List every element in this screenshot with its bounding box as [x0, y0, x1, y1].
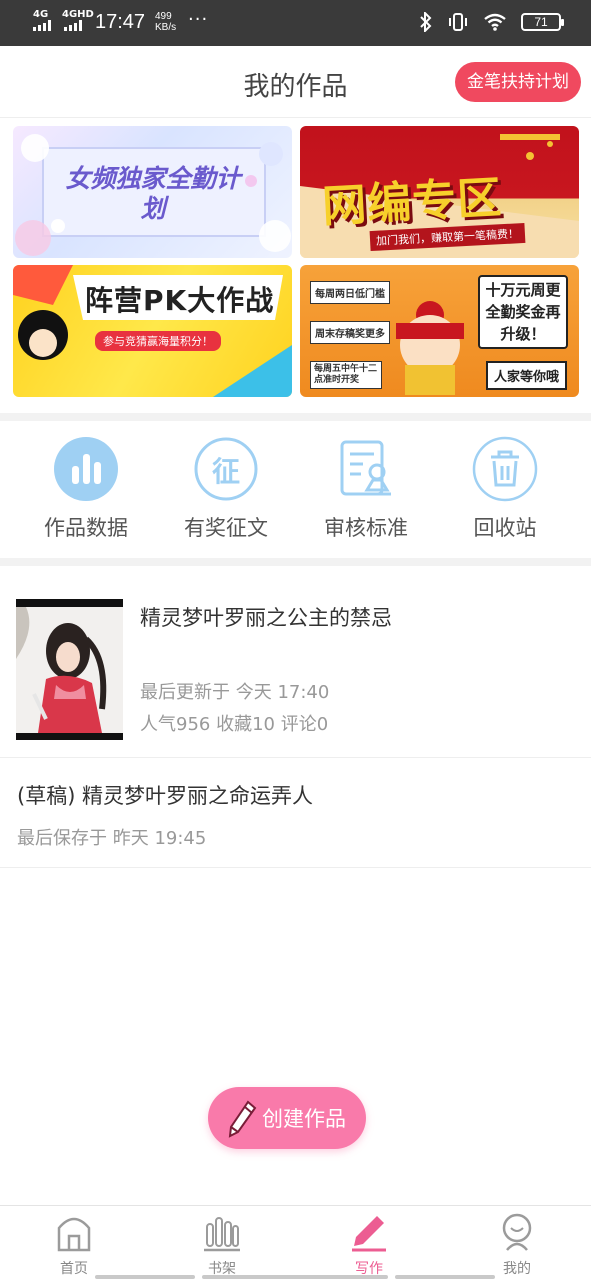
net-speed-unit: KB/s — [155, 22, 177, 33]
banner-camp-pk-subtitle: 参与竞猜赢海量积分！ — [95, 331, 221, 351]
tool-essay-contest[interactable]: 征 有奖征文 — [156, 436, 296, 542]
tab-profile[interactable]: 我的 — [462, 1206, 572, 1278]
pen-icon — [352, 1216, 386, 1252]
create-work-button[interactable]: 创建作品 — [208, 1087, 366, 1149]
work-cover-image — [16, 599, 123, 740]
nav-indicator-segment-2 — [202, 1275, 388, 1279]
net-speed: 499 KB/s — [155, 11, 176, 33]
signal-icon-2 — [64, 20, 82, 31]
nav-indicator-segment-3 — [395, 1275, 495, 1279]
more-notifications-icon: ··· — [188, 9, 209, 30]
draft-last-saved: 最后保存于 昨天 19:45 — [17, 828, 207, 849]
tool-review-standard[interactable]: 审核标准 — [296, 436, 436, 542]
net-speed-value: 499 — [155, 11, 172, 22]
trash-icon — [472, 436, 538, 502]
vibrate-icon — [449, 13, 467, 31]
banner-web-editor-zone[interactable]: 网编专区 加门我们，赚取第一笔稿费！ — [300, 126, 579, 258]
network-4g-label: 4G — [33, 9, 49, 20]
tool-essay-contest-label: 有奖征文 — [184, 516, 268, 540]
banner-tag-weekend: 周末存稿奖更多 — [310, 321, 390, 344]
banner-tag-waiting: 人家等你哦 — [486, 361, 568, 390]
banner-weekly-bonus[interactable]: 每周两日低门槛 周末存稿奖更多 每周五中午十二点准时开奖 十万元周更全勤奖金再升… — [300, 265, 579, 397]
banner-web-editor-title: 网编专区 — [321, 172, 504, 233]
tab-writing[interactable]: 写作 — [314, 1206, 424, 1278]
banner-female-exclusive[interactable]: 女频独家全勤计划 — [13, 126, 292, 258]
work-item-draft[interactable] — [0, 758, 591, 868]
bookshelf-icon — [204, 1217, 240, 1252]
tool-works-data-label: 作品数据 — [44, 516, 128, 540]
section-divider-2 — [0, 558, 591, 566]
profile-icon — [502, 1213, 532, 1251]
section-divider — [0, 413, 591, 421]
tool-recycle-bin[interactable]: 回收站 — [435, 436, 575, 542]
work-stats: 人气956 收藏10 评论0 — [140, 714, 329, 735]
contest-icon: 征 — [193, 436, 259, 502]
contest-icon-glyph: 征 — [211, 455, 240, 488]
banner-camp-pk-title: 阵营PK大作战 — [85, 284, 275, 317]
tool-recycle-bin-label: 回收站 — [473, 516, 537, 540]
app-header: 我的作品 金笔扶持计划 — [0, 46, 591, 118]
golden-pen-support-button[interactable]: 金笔扶持计划 — [455, 62, 581, 102]
review-standard-icon — [333, 436, 399, 502]
battery-icon: 71 — [521, 13, 564, 31]
work-title: 精灵梦叶罗丽之公主的禁忌 — [140, 606, 392, 630]
home-icon — [57, 1217, 91, 1252]
bottom-tab-bar: 首页 书架 写作 我的 — [0, 1205, 591, 1280]
clock: 17:47 — [95, 11, 146, 33]
tab-bookshelf[interactable]: 书架 — [167, 1206, 277, 1278]
network-4ghd-label: 4GHD — [62, 9, 94, 20]
banner-camp-pk[interactable]: 阵营PK大作战 参与竞猜赢海量积分！ — [13, 265, 292, 397]
tool-works-data[interactable]: 作品数据 — [16, 436, 156, 542]
banner-tag-low-threshold: 每周两日低门槛 — [310, 281, 390, 304]
tool-review-standard-label: 审核标准 — [324, 516, 408, 540]
banner-weekly-bonus-title: 十万元周更全勤奖金再升级！ — [478, 275, 568, 349]
pencil-icon — [228, 1100, 257, 1138]
bar-chart-icon — [53, 436, 119, 502]
status-bar: 4G 4GHD 17:47 499 KB/s ··· 71 — [0, 0, 591, 46]
bluetooth-icon — [420, 12, 432, 32]
draft-title: (草稿) 精灵梦叶罗丽之命运弄人 — [17, 784, 314, 808]
wifi-icon — [484, 13, 506, 31]
signal-icon — [33, 20, 51, 31]
work-last-updated: 最后更新于 今天 17:40 — [140, 682, 330, 703]
create-work-label: 创建作品 — [262, 1107, 346, 1131]
banner-female-exclusive-text: 女频独家全勤计划 — [65, 164, 241, 223]
banner-tag-draw-time: 每周五中午十二点准时开奖 — [310, 361, 382, 389]
tab-home[interactable]: 首页 — [19, 1206, 129, 1278]
battery-level: 71 — [534, 15, 548, 29]
nav-indicator-segment — [95, 1275, 195, 1279]
